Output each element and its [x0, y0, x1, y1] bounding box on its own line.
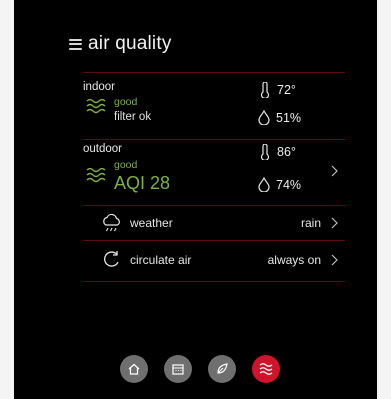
divider — [83, 240, 345, 241]
nav-schedule-button[interactable] — [164, 355, 192, 383]
outdoor-humidity: 74% — [276, 178, 302, 192]
indoor-status: good — [114, 96, 138, 108]
weather-value: rain — [300, 216, 321, 230]
chevron-right-icon — [331, 217, 338, 229]
outdoor-temperature: 86° — [277, 145, 296, 159]
chevron-right-icon — [331, 165, 338, 177]
indoor-row[interactable]: indoor good filter ok 72° 51% — [83, 75, 345, 139]
indoor-humidity: 51% — [276, 111, 302, 125]
weather-row[interactable]: weather rain — [83, 206, 345, 240]
air-quality-icon — [259, 363, 273, 375]
indoor-filter-status: filter ok — [114, 111, 152, 123]
calendar-icon — [172, 364, 184, 375]
menu-icon[interactable] — [69, 38, 82, 50]
rain-cloud-icon — [103, 213, 120, 232]
humidity-drop-icon — [258, 109, 270, 125]
thermometer-icon — [260, 82, 270, 98]
air-waves-icon — [86, 98, 106, 114]
outdoor-status: good — [114, 159, 138, 171]
circulate-air-label: circulate air — [130, 253, 192, 267]
circulate-icon — [104, 251, 119, 267]
air-waves-icon — [86, 167, 106, 183]
divider — [83, 72, 345, 73]
thermometer-icon — [260, 144, 270, 160]
indoor-temperature: 72° — [277, 83, 296, 97]
chevron-right-icon — [331, 254, 338, 266]
nav-energy-button[interactable] — [208, 355, 236, 383]
header: air quality — [69, 30, 172, 58]
weather-label: weather — [130, 216, 173, 230]
nav-home-button[interactable] — [120, 355, 148, 383]
leaf-icon — [217, 363, 228, 374]
outdoor-aqi: AQI 28 — [114, 173, 171, 193]
outdoor-label: outdoor — [83, 143, 123, 155]
nav-air-quality-button[interactable] — [252, 355, 280, 383]
circulate-air-value: always on — [267, 253, 321, 267]
page-title: air quality — [88, 33, 172, 54]
divider — [83, 281, 345, 282]
home-icon — [128, 363, 140, 375]
humidity-drop-icon — [258, 176, 270, 192]
circulate-air-row[interactable]: circulate air always on — [83, 243, 345, 277]
indoor-label: indoor — [83, 81, 115, 93]
outdoor-row[interactable]: outdoor good AQI 28 86° 74% — [83, 140, 345, 204]
